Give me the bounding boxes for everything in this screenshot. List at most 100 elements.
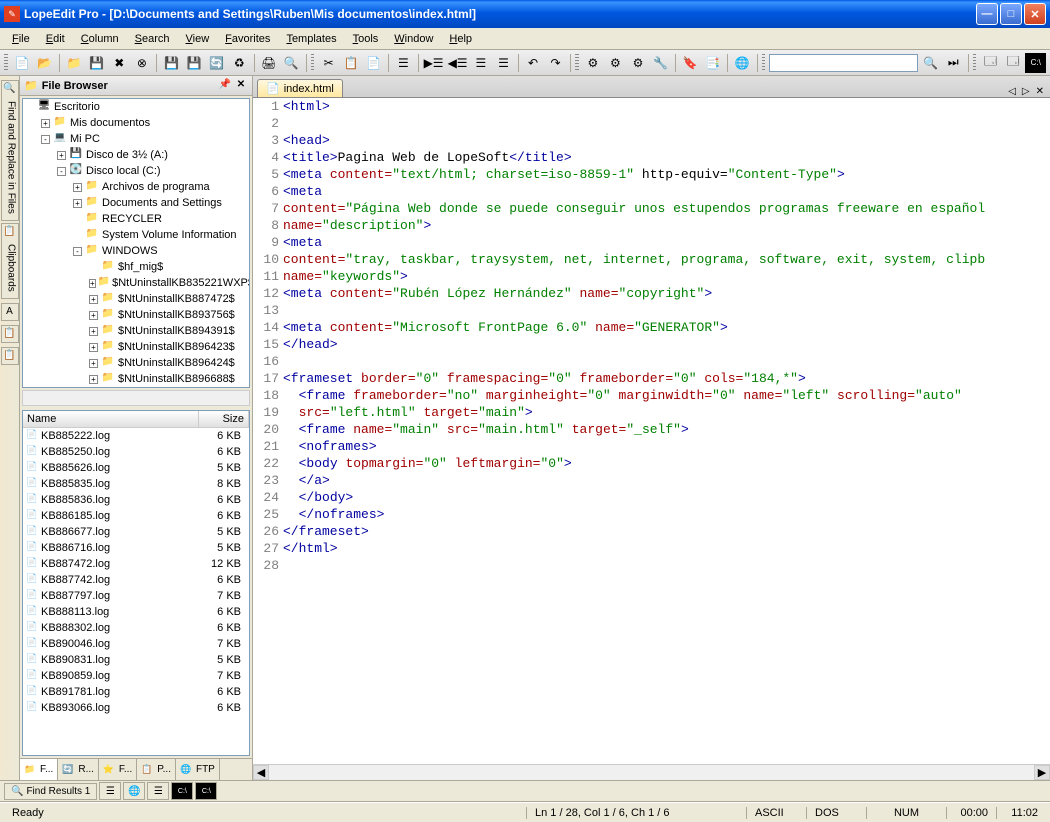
bookmark-icon[interactable]: 🔖 <box>680 53 701 73</box>
mini-vtab-1[interactable]: 📋 <box>1 325 19 343</box>
outdent-icon[interactable]: ◀☰ <box>447 53 469 73</box>
scroll-right-icon[interactable]: ▶ <box>1034 765 1050 780</box>
print-icon[interactable]: 🖨 <box>258 53 279 73</box>
file-row[interactable]: 📄KB885836.log6 KB <box>23 492 249 508</box>
file-row[interactable]: 📄KB885250.log6 KB <box>23 444 249 460</box>
preview-icon[interactable]: 🔍 <box>281 53 302 73</box>
menu-window[interactable]: Window <box>386 31 441 47</box>
menu-view[interactable]: View <box>178 31 218 47</box>
file-row[interactable]: 📄KB885626.log5 KB <box>23 460 249 476</box>
paste-icon[interactable]: 📄 <box>364 53 385 73</box>
editor-hscroll[interactable]: ◀ ▶ <box>253 764 1050 780</box>
expand-icon[interactable]: + <box>73 183 82 192</box>
tree-node[interactable]: 📁RECYCLER <box>23 211 249 227</box>
tree-node[interactable]: +📁$NtUninstallKB894391$ <box>23 323 249 339</box>
tool-2-icon[interactable]: ⚙ <box>605 53 626 73</box>
menu-help[interactable]: Help <box>441 31 480 47</box>
file-row[interactable]: 📄KB887742.log6 KB <box>23 572 249 588</box>
menu-search[interactable]: Search <box>127 31 178 47</box>
tree-node[interactable]: +📁$NtUninstallKB896424$ <box>23 355 249 371</box>
mini-vtab-0[interactable]: A <box>1 303 19 321</box>
bottom-terminal-2-icon[interactable]: C:\ <box>195 782 217 800</box>
vtab-find-and-replace-in-files[interactable]: 🔍Find and Replace in Files <box>1 80 19 221</box>
tree-node[interactable]: -💽Disco local (C:) <box>23 163 249 179</box>
tree-node[interactable]: 📁System Volume Information <box>23 227 249 243</box>
file-row[interactable]: 📄KB890859.log7 KB <box>23 668 249 684</box>
file-row[interactable]: 📄KB886677.log5 KB <box>23 524 249 540</box>
file-row[interactable]: 📄KB887797.log7 KB <box>23 588 249 604</box>
toolbar-grip[interactable] <box>973 54 977 72</box>
close-panel-icon[interactable]: ✕ <box>234 79 248 93</box>
find-icon[interactable]: 🔍 <box>920 53 941 73</box>
save-all-icon[interactable]: 💾 <box>184 53 205 73</box>
pin-icon[interactable]: 📌 <box>218 79 232 93</box>
expand-icon[interactable]: + <box>41 119 50 128</box>
mini-vtab-2[interactable]: 📋 <box>1 347 19 365</box>
tree-node[interactable]: -📁WINDOWS <box>23 243 249 259</box>
menu-column[interactable]: Column <box>73 31 127 47</box>
file-row[interactable]: 📄KB886716.log5 KB <box>23 540 249 556</box>
tree-node[interactable]: +📁$NtUninstallKB896423$ <box>23 339 249 355</box>
file-list[interactable]: Name Size 📄KB885222.log6 KB📄KB885250.log… <box>22 410 250 756</box>
terminal-icon[interactable]: C:\ <box>1025 53 1046 73</box>
tree-node[interactable]: -💻Mi PC <box>23 131 249 147</box>
maximize-button[interactable]: □ <box>1000 3 1022 25</box>
file-row[interactable]: 📄KB885835.log8 KB <box>23 476 249 492</box>
tree-node[interactable]: +💾Disco de 3½ (A:) <box>23 147 249 163</box>
folder-tree[interactable]: 🖥Escritorio+📁Mis documentos-💻Mi PC+💾Disc… <box>22 98 250 388</box>
toolbar-grip[interactable] <box>762 54 766 72</box>
tree-node[interactable]: 📁$hf_mig$ <box>23 259 249 275</box>
comment-icon[interactable]: ☰ <box>471 53 492 73</box>
save-icon[interactable]: 💾 <box>86 53 107 73</box>
tree-hscroll[interactable] <box>22 390 250 406</box>
bottom-btn-2-icon[interactable]: 🌐 <box>123 782 145 800</box>
tool-1-icon[interactable]: ⚙ <box>583 53 604 73</box>
tab-next-icon[interactable]: ▷ <box>1020 86 1032 97</box>
bottom-btn-3-icon[interactable]: ☰ <box>147 782 169 800</box>
bookmark-nav-icon[interactable]: 📑 <box>702 53 723 73</box>
tab-close-icon[interactable]: ✕ <box>1034 86 1046 97</box>
expand-icon[interactable]: + <box>57 151 66 160</box>
find-results-tab[interactable]: 🔍 Find Results 1 <box>4 783 97 800</box>
file-row[interactable]: 📄KB893066.log6 KB <box>23 700 249 716</box>
sidebar-tab-1[interactable]: 🔄R... <box>58 759 99 780</box>
browser-icon[interactable]: 🌐 <box>732 53 753 73</box>
bottom-terminal-1-icon[interactable]: C:\ <box>171 782 193 800</box>
file-row[interactable]: 📄KB887472.log12 KB <box>23 556 249 572</box>
expand-icon[interactable]: + <box>89 343 98 352</box>
expand-icon[interactable]: + <box>89 279 96 288</box>
menu-templates[interactable]: Templates <box>278 31 344 47</box>
col-name[interactable]: Name <box>23 411 199 427</box>
redo-icon[interactable]: ↷ <box>545 53 566 73</box>
reload-icon[interactable]: ♻ <box>229 53 250 73</box>
copy-icon[interactable]: 📋 <box>341 53 362 73</box>
scroll-left-icon[interactable]: ◀ <box>253 765 269 780</box>
expand-icon[interactable]: + <box>89 327 98 336</box>
sidebar-tab-0[interactable]: 📁F... <box>20 759 58 780</box>
toolbar-grip[interactable] <box>311 54 315 72</box>
file-row[interactable]: 📄KB890046.log7 KB <box>23 636 249 652</box>
expand-icon[interactable]: - <box>73 247 82 256</box>
tree-node[interactable]: +📁$NtUninstallKB893756$ <box>23 307 249 323</box>
indent-icon[interactable]: ▶☰ <box>423 53 445 73</box>
tree-node[interactable]: +📁Archivos de programa <box>23 179 249 195</box>
tree-node[interactable]: 🖥Escritorio <box>23 99 249 115</box>
cut-icon[interactable]: ✂ <box>318 53 339 73</box>
sidebar-tab-3[interactable]: 📋P... <box>137 759 176 780</box>
tab-prev-icon[interactable]: ◁ <box>1006 86 1018 97</box>
search-input[interactable] <box>769 54 918 72</box>
expand-icon[interactable]: + <box>89 311 98 320</box>
uncomment-icon[interactable]: ☰ <box>493 53 514 73</box>
col-size[interactable]: Size <box>199 411 249 427</box>
window-1-icon[interactable]: 🗔 <box>980 53 1001 73</box>
editor-tab[interactable]: 📄 index.html <box>257 79 343 97</box>
menu-file[interactable]: File <box>4 31 38 47</box>
list-icon[interactable]: ☰ <box>393 53 414 73</box>
sidebar-tab-2[interactable]: ⭐F... <box>99 759 137 780</box>
save-disk-icon[interactable]: 💾 <box>161 53 182 73</box>
tree-node[interactable]: +📁Mis documentos <box>23 115 249 131</box>
minimize-button[interactable]: — <box>976 3 998 25</box>
open-icon[interactable]: 📂 <box>34 53 55 73</box>
toolbar-grip[interactable] <box>575 54 579 72</box>
tree-node[interactable]: +📁$NtUninstallKB896688$ <box>23 371 249 387</box>
